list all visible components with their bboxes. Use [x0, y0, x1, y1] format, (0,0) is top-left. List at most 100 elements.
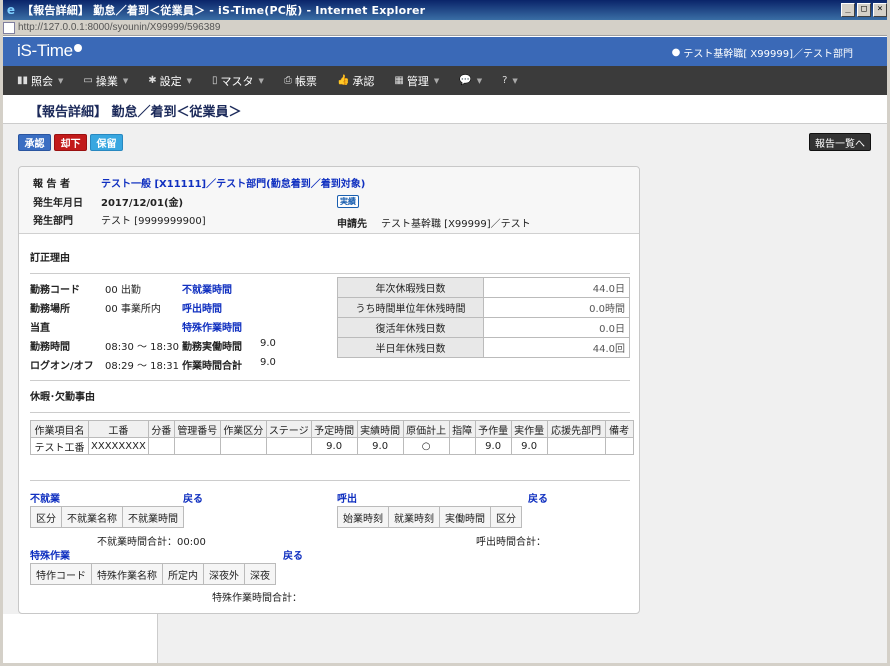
divider — [30, 412, 630, 413]
reporter-label: 報 告 者 — [33, 179, 70, 190]
user-info[interactable]: ● テスト基幹職[ X99999]／テスト部門 — [672, 45, 853, 60]
work-table-cell — [173, 437, 221, 455]
caret-down-icon: ▼ — [433, 76, 440, 85]
absence-back-link[interactable]: 戻る — [183, 490, 203, 505]
page-title-bar: 【報告詳細】 勤怠／着到＜従業員＞ — [3, 95, 887, 124]
ie-logo-icon: e — [6, 3, 16, 17]
logon-value: 08:29 〜 18:31 — [105, 361, 179, 372]
work-code-value: 00 出勤 — [105, 285, 141, 296]
report-header: 報 告 者 テスト一般 [X11111]／テスト部門(勤怠着到／着到対象) 発生… — [19, 167, 639, 234]
leave-balance-value: 44.0日 — [483, 277, 630, 298]
menu-item-承認[interactable]: 👍 承認 — [337, 73, 374, 89]
callout-total: 呼出時間合計： — [476, 537, 546, 548]
work-place-label: 勤務場所 — [30, 304, 70, 315]
special-work-table-header: 深夜外 — [203, 563, 245, 585]
address-bar[interactable]: http://127.0.0.1:8000/syounin/X99999/596… — [0, 20, 890, 36]
browser-title-bar: e 【報告詳細】 勤怠／着到＜従業員＞ - iS-Time(PC版) - Int… — [0, 0, 890, 20]
bar-chart-icon: ▮▮ — [17, 75, 29, 86]
menu-item-照会[interactable]: ▮▮ 照会 ▼ — [17, 73, 63, 89]
work-table-header: 管理番号 — [173, 420, 221, 438]
work-place-value: 00 事業所内 — [105, 304, 161, 315]
work-total-label: 作業時間合計 — [182, 361, 242, 372]
work-total-value: 9.0 — [260, 357, 276, 368]
address-url[interactable]: http://127.0.0.1:8000/syounin/X99999/596… — [18, 22, 220, 33]
leave-balance-label: うち時間単位年休残時間 — [337, 297, 484, 318]
menu-item-設定[interactable]: ✱ 設定 ▼ — [148, 73, 192, 89]
duty-label: 当直 — [30, 323, 50, 334]
menu-label: 帳票 — [294, 74, 317, 88]
minimize-button[interactable]: _ — [841, 3, 855, 17]
special-work-table-header: 特殊作業名称 — [91, 563, 163, 585]
main-content: 承認 却下 保留 報告一覧へ 報 告 者 テスト一般 [X11111]／テスト部… — [3, 124, 887, 663]
work-table-cell — [448, 437, 476, 455]
leave-balance-label: 年次休暇残日数 — [337, 277, 484, 298]
approve-button[interactable]: 承認 — [18, 134, 51, 151]
dept-label: 発生部門 — [33, 216, 73, 227]
special-work-back-link[interactable]: 戻る — [283, 547, 303, 562]
work-table-header: 実績時間 — [356, 420, 404, 438]
work-table: 作業項目名 工番 分番 管理番号 作業区分 ステージ 予定時間 実績時間 原価計上 指障 予作量 実作… — [30, 420, 634, 455]
work-table-header: 予定時間 — [310, 420, 358, 438]
work-table-cell — [219, 437, 267, 455]
date-label: 発生年月日 — [33, 198, 83, 209]
correction-reason-title: 訂正理由 — [30, 253, 70, 264]
absence-table: 区分 不就業名称 不就業時間 — [30, 506, 184, 528]
work-table-cell — [147, 437, 175, 455]
caret-down-icon: ▼ — [122, 76, 129, 85]
work-table-cell — [604, 437, 634, 455]
caret-down-icon: ▼ — [258, 76, 264, 85]
work-hours-label: 勤務時間 — [30, 342, 70, 353]
app-logo[interactable]: iS-Time — [17, 41, 82, 61]
actual-work-value: 9.0 — [260, 338, 276, 349]
work-table-header: 応援先部門 — [546, 420, 606, 438]
work-table-header: ステージ — [265, 420, 312, 438]
gear-icon: ✱ — [148, 75, 157, 86]
question-icon: ? — [502, 75, 508, 86]
callout-time-link[interactable]: 呼出時間 — [182, 300, 222, 315]
hold-button[interactable]: 保留 — [90, 134, 123, 151]
absence-table-header: 不就業時間 — [122, 506, 184, 528]
absence-total: 不就業時間合計：00:00 — [97, 537, 206, 548]
work-table-cell: ○ — [402, 437, 450, 455]
absence-table-header: 不就業名称 — [61, 506, 123, 528]
work-hours-value: 08:30 〜 18:30 — [105, 342, 179, 353]
maximize-button[interactable]: □ — [857, 3, 871, 17]
menu-item-帳票[interactable]: ⎙ 帳票 — [284, 73, 317, 89]
callout-section-title: 呼出 — [337, 494, 357, 505]
work-table-header: 作業項目名 — [30, 420, 89, 438]
menu-label: 管理 — [406, 74, 429, 88]
applicant-label: 申請先 — [337, 219, 367, 230]
work-table-header: 作業区分 — [219, 420, 267, 438]
work-table-header: 指障 — [448, 420, 476, 438]
table-row: テスト工番 XXXXXXXX 9.0 9.0 ○ 9.0 9.0 — [30, 437, 634, 455]
work-table-cell: テスト工番 — [30, 437, 89, 455]
absence-time-link[interactable]: 不就業時間 — [182, 281, 232, 296]
comments-icon: 💬 — [459, 75, 472, 86]
printer-icon: ⎙ — [283, 75, 292, 86]
menu-label: 照会 — [31, 74, 54, 88]
special-work-table-header: 特作コード — [30, 563, 92, 585]
work-table-cell — [265, 437, 312, 455]
work-table-header: 工番 — [88, 420, 149, 438]
leave-balance-label: 復活年休残日数 — [337, 317, 484, 338]
divider — [30, 480, 630, 481]
menu-label: 操業 — [95, 74, 118, 88]
leave-balance-value: 0.0時間 — [483, 297, 630, 318]
report-list-button[interactable]: 報告一覧へ — [809, 133, 871, 151]
callout-table-header: 区分 — [490, 506, 522, 528]
menu-item-操業[interactable]: ▭ 操業 ▼ — [83, 73, 128, 89]
leave-balance-label: 半日年休残日数 — [337, 337, 484, 358]
user-icon: ● — [671, 47, 681, 58]
close-button[interactable]: × — [873, 3, 887, 17]
menu-item-comments[interactable]: 💬 ▼ — [459, 75, 482, 86]
reject-button[interactable]: 却下 — [54, 134, 87, 151]
special-work-time-link[interactable]: 特殊作業時間 — [182, 319, 242, 334]
callout-back-link[interactable]: 戻る — [528, 490, 548, 505]
menu-item-マスタ[interactable]: ▯ マスタ ▼ — [212, 73, 264, 89]
caret-down-icon: ▼ — [476, 76, 483, 85]
work-table-cell: 9.0 — [474, 437, 512, 455]
work-table-header: 備考 — [604, 420, 634, 438]
menu-item-管理[interactable]: ▦ 管理 ▼ — [394, 73, 439, 89]
actual-badge: 実績 — [337, 195, 359, 208]
menu-item-question[interactable]: ? ▼ — [502, 75, 518, 86]
